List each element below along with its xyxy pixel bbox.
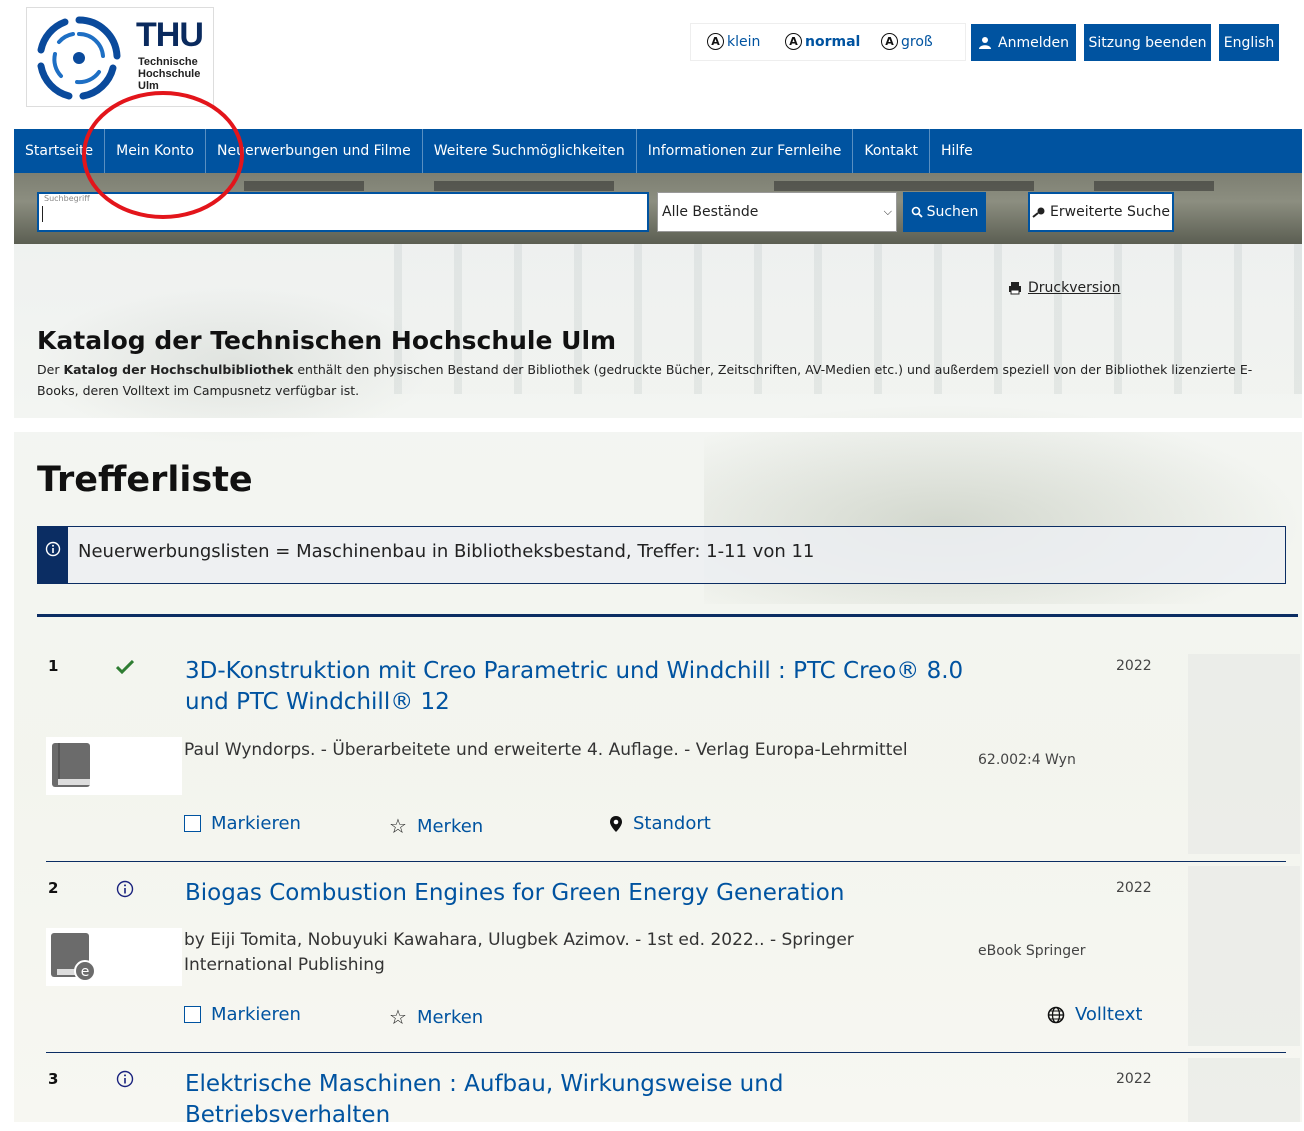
location-link[interactable]: Standort xyxy=(609,813,711,834)
record-number: 2 xyxy=(48,879,59,897)
star-icon: ☆ xyxy=(389,1005,407,1029)
checkbox-icon xyxy=(184,1006,201,1023)
key-icon xyxy=(1032,207,1045,218)
checkbox-icon xyxy=(184,815,201,832)
save-button[interactable]: ☆ Merken xyxy=(389,814,483,838)
scope-select[interactable]: Alle Bestände ⌵ xyxy=(657,192,897,232)
record-year: 2022 xyxy=(1116,880,1152,896)
advanced-search-button[interactable]: Erweiterte Suche xyxy=(1028,192,1174,232)
record-thumbnail: e xyxy=(46,928,182,986)
end-session-button[interactable]: Sitzung beenden xyxy=(1084,24,1211,61)
print-link[interactable]: Druckversion xyxy=(1008,280,1121,296)
printer-icon xyxy=(1009,282,1021,295)
checkmark-icon xyxy=(116,660,134,674)
record-thumbnail xyxy=(46,737,182,795)
nav-item-kontakt[interactable]: Kontakt xyxy=(853,129,930,173)
record-title-link[interactable]: Biogas Combustion Engines for Green Ener… xyxy=(185,878,985,909)
logo-brand: THU xyxy=(136,16,204,54)
search-icon xyxy=(911,206,923,218)
text-caret xyxy=(42,206,43,222)
mark-checkbox[interactable]: Markieren xyxy=(184,813,301,834)
record-side-panel xyxy=(1188,1058,1300,1122)
language-button[interactable]: English xyxy=(1219,24,1279,61)
svg-text:e: e xyxy=(81,964,90,980)
record-number: 3 xyxy=(48,1070,59,1088)
star-icon: ☆ xyxy=(389,814,407,838)
logo-subtitle: Technische Hochschule Ulm xyxy=(138,56,201,92)
font-size-icon: A xyxy=(881,33,898,50)
ebook-icon: e xyxy=(51,933,96,982)
globe-icon xyxy=(1047,1006,1065,1023)
record-year: 2022 xyxy=(1116,1071,1152,1087)
info-icon xyxy=(45,541,61,557)
font-size-switcher: A klein A normal A groß xyxy=(690,23,966,61)
font-size-large[interactable]: A groß xyxy=(881,33,933,50)
record-year: 2022 xyxy=(1116,658,1152,674)
record-title-link[interactable]: 3D-Konstruktion mit Creo Parametric und … xyxy=(185,656,985,718)
save-button[interactable]: ☆ Merken xyxy=(389,1005,483,1029)
search-button[interactable]: Suchen xyxy=(903,192,986,232)
font-size-small[interactable]: A klein xyxy=(707,33,760,50)
catalog-description: Der Katalog der Hochschulbibliothek enth… xyxy=(37,362,1253,398)
record-signature: eBook Springer xyxy=(978,943,1086,959)
record-side-panel xyxy=(1188,866,1300,1046)
font-size-normal[interactable]: A normal xyxy=(785,33,860,50)
info-icon xyxy=(116,1070,134,1088)
chevron-down-icon: ⌵ xyxy=(883,205,892,218)
results-heading: Trefferliste xyxy=(37,460,253,500)
results-info-text: Neuerwerbungslisten = Maschinenbau in Bi… xyxy=(78,541,815,562)
info-icon xyxy=(116,880,134,898)
search-input-label: Suchbegriff xyxy=(44,194,90,203)
book-icon xyxy=(52,743,90,787)
mark-checkbox[interactable]: Markieren xyxy=(184,1004,301,1025)
fulltext-link[interactable]: Volltext xyxy=(1047,1004,1142,1025)
login-button[interactable]: Anmelden xyxy=(971,24,1076,61)
font-size-icon: A xyxy=(785,33,802,50)
annotation-circle xyxy=(82,91,244,219)
font-size-icon: A xyxy=(707,33,724,50)
results-info-box: Neuerwerbungslisten = Maschinenbau in Bi… xyxy=(37,526,1286,584)
catalog-title: Katalog der Technischen Hochschule Ulm xyxy=(37,326,617,355)
record-number: 1 xyxy=(48,657,59,675)
record-side-panel xyxy=(1188,654,1300,854)
record-signature: 62.002:4 Wyn xyxy=(978,752,1076,768)
map-pin-icon xyxy=(610,815,622,832)
user-icon xyxy=(979,36,992,49)
nav-item-weitere-suche[interactable]: Weitere Suchmöglichkeiten xyxy=(423,129,637,173)
thu-logo-icon xyxy=(37,16,121,100)
nav-item-fernleihe[interactable]: Informationen zur Fernleihe xyxy=(637,129,854,173)
record-separator xyxy=(46,861,1286,862)
record-separator xyxy=(46,1052,1286,1053)
results-divider xyxy=(37,614,1298,617)
record-meta: by Eiji Tomita, Nobuyuki Kawahara, Ulugb… xyxy=(184,930,854,975)
nav-item-hilfe[interactable]: Hilfe xyxy=(930,129,984,173)
record-meta: Paul Wyndorps. - Überarbeitete und erwei… xyxy=(184,740,908,760)
